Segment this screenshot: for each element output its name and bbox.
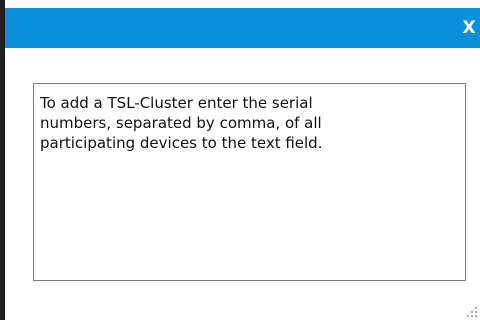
dialog-title-bar[interactable] bbox=[5, 8, 480, 48]
close-button[interactable]: X bbox=[458, 8, 480, 48]
cluster-dialog: X To add a TSL-Cluster enter the serial … bbox=[0, 0, 480, 320]
dialog-top-border bbox=[0, 0, 480, 8]
dialog-left-border bbox=[0, 0, 5, 320]
resize-grip-icon[interactable] bbox=[464, 304, 478, 318]
serial-numbers-text-field[interactable]: To add a TSL-Cluster enter the serial nu… bbox=[33, 83, 466, 281]
